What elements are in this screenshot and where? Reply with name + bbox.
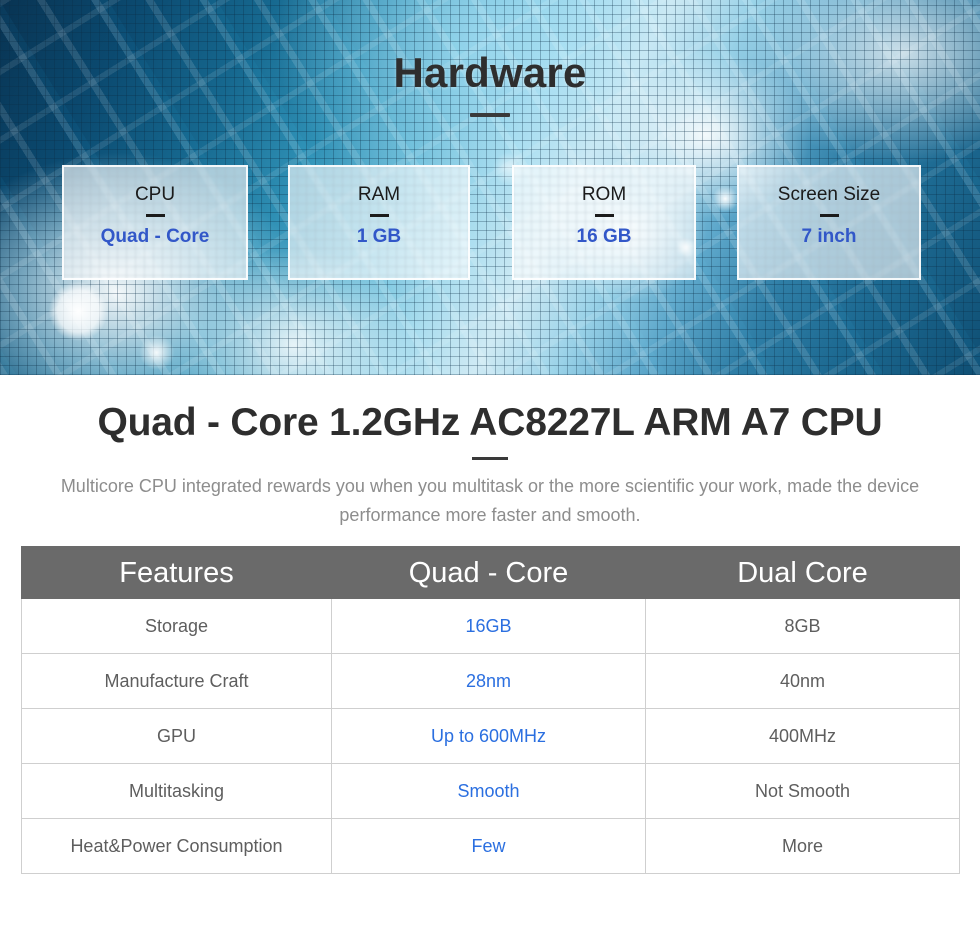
hero-title-divider [470,113,510,117]
spec-card-label: CPU [134,184,176,205]
section-description: Multicore CPU integrated rewards you whe… [60,476,920,525]
cell-dual-value: 8GB [645,598,960,654]
spec-card-divider [369,214,389,217]
cell-feature: Manufacture Craft [21,653,332,709]
table-row: Manufacture Craft 28nm 40nm [21,653,960,709]
section-title: Quad - Core 1.2GHz AC8227L ARM A7 CPU [97,401,883,444]
table-header-row: Features Quad - Core Dual Core [21,546,960,599]
spec-card-value: Quad - Core [100,226,210,247]
cell-feature: Heat&Power Consumption [21,818,332,874]
cell-feature: Storage [21,598,332,654]
table-header-features: Features [21,546,332,599]
cell-dual-value: 40nm [645,653,960,709]
spec-card-label: ROM [581,184,627,205]
spec-card-label: Screen Size [777,184,881,205]
table-row: GPU Up to 600MHz 400MHz [21,708,960,764]
table-header-quad-core: Quad - Core [331,546,646,599]
cell-quad-value: Up to 600MHz [331,708,646,764]
cell-quad-value: Smooth [331,763,646,819]
spec-card-ram: RAM 1 GB [288,165,470,280]
table-row: Storage 16GB 8GB [21,598,960,654]
spec-card-value: 16 GB [576,226,632,247]
spec-card-value: 1 GB [356,226,402,247]
table-header-dual-core: Dual Core [645,546,960,599]
cpu-comparison-table: Features Quad - Core Dual Core Storage 1… [21,546,960,874]
cpu-section: Quad - Core 1.2GHz AC8227L ARM A7 CPU Mu… [0,375,980,874]
cell-dual-value: Not Smooth [645,763,960,819]
table-row: Heat&Power Consumption Few More [21,818,960,874]
cell-quad-value: 16GB [331,598,646,654]
spec-card-divider [145,214,165,217]
spec-card-rom: ROM 16 GB [512,165,696,280]
cell-feature: GPU [21,708,332,764]
spec-card-cpu: CPU Quad - Core [62,165,248,280]
hero-title: Hardware [393,49,587,96]
spec-card-divider [594,214,614,217]
cell-dual-value: More [645,818,960,874]
spec-card-label: RAM [357,184,401,205]
spec-card-value: 7 inch [801,226,857,247]
spec-card-divider [819,214,839,217]
cell-quad-value: Few [331,818,646,874]
comparison-table-wrapper: Features Quad - Core Dual Core Storage 1… [21,546,960,874]
hardware-hero-banner: Hardware CPU Quad - Core RAM 1 GB ROM 16… [0,0,980,375]
cell-dual-value: 400MHz [645,708,960,764]
table-row: Multitasking Smooth Not Smooth [21,763,960,819]
section-title-divider [472,457,508,460]
spec-card-screen-size: Screen Size 7 inch [737,165,921,280]
cell-quad-value: 28nm [331,653,646,709]
hardware-spec-card-list: CPU Quad - Core RAM 1 GB ROM 16 GB Scree… [0,165,980,285]
cell-feature: Multitasking [21,763,332,819]
